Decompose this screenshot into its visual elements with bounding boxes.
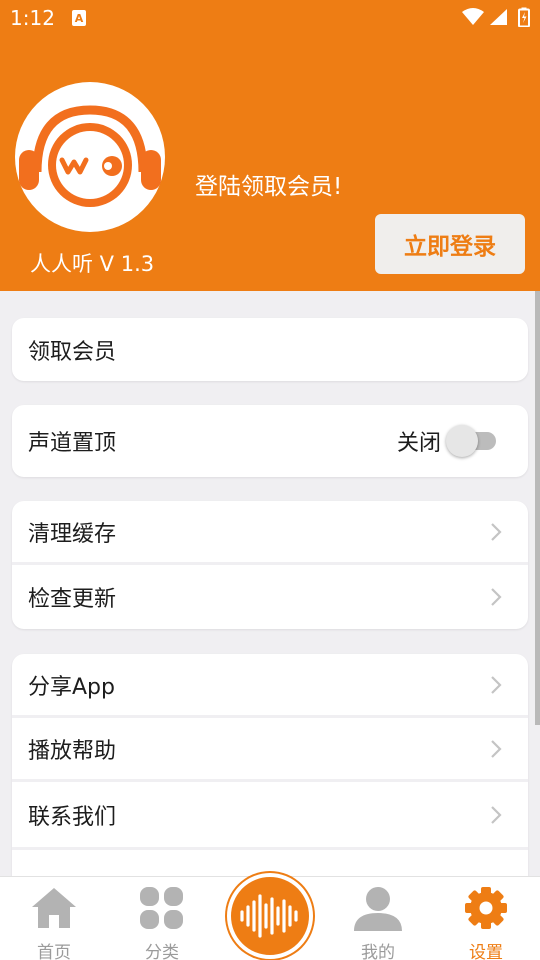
- playback-help-label: 播放帮助: [28, 738, 117, 764]
- about-card: 分享App 播放帮助 联系我们: [12, 654, 528, 876]
- nav-category-label: 分类: [145, 943, 179, 960]
- contact-us-row[interactable]: 联系我们: [12, 782, 528, 850]
- battery-icon: [518, 7, 530, 31]
- signal-icon: [488, 8, 508, 30]
- channel-pin-label: 声道置顶: [28, 431, 117, 456]
- channel-pin-state-label: 关闭: [396, 431, 441, 456]
- scrollbar[interactable]: [535, 291, 540, 725]
- gear-icon: [465, 887, 507, 929]
- channel-pin-card: 声道置顶 关闭: [12, 405, 528, 477]
- user-profile-icon: [354, 887, 402, 931]
- nav-settings-label: 设置: [469, 943, 503, 960]
- share-app-label: 分享App: [28, 674, 115, 700]
- nav-mine-label: 我的: [361, 943, 395, 960]
- maintenance-card: 清理缓存 检查更新: [12, 501, 528, 629]
- toggle-thumb: [446, 425, 478, 457]
- audio-waveform-icon: [240, 894, 298, 938]
- wifi-icon: [462, 8, 484, 30]
- clear-cache-label: 清理缓存: [28, 521, 117, 547]
- chevron-right-icon: [491, 522, 502, 541]
- clear-cache-row[interactable]: 清理缓存: [12, 501, 528, 565]
- chevron-right-icon: [491, 588, 502, 606]
- share-app-row[interactable]: 分享App: [12, 654, 528, 718]
- notification-a-icon: A: [72, 10, 86, 26]
- app-logo-icon: [19, 105, 161, 207]
- login-button[interactable]: 立即登录: [375, 214, 525, 274]
- playback-help-row[interactable]: 播放帮助: [12, 718, 528, 782]
- membership-card: 领取会员: [12, 318, 528, 381]
- channel-pin-row: 声道置顶 关闭: [12, 405, 528, 477]
- contact-us-label: 联系我们: [28, 804, 117, 830]
- settings-list[interactable]: 领取会员 声道置顶 关闭 清理缓存 检查更新 分享App 播放帮助 联系我们: [0, 291, 540, 876]
- check-update-row[interactable]: 检查更新: [12, 565, 528, 629]
- chevron-right-icon: [491, 675, 502, 694]
- status-bar: 1:12 A: [0, 0, 540, 36]
- login-prompt: 登陆领取会员!: [195, 174, 343, 200]
- nav-home-label: 首页: [37, 943, 71, 960]
- nav-home[interactable]: 首页: [0, 877, 108, 960]
- chevron-right-icon: [491, 739, 502, 758]
- status-time: 1:12: [10, 6, 55, 30]
- category-grid-icon: [140, 887, 183, 929]
- nav-category[interactable]: 分类: [108, 877, 216, 960]
- avatar[interactable]: [15, 82, 165, 232]
- channel-pin-toggle[interactable]: [446, 424, 498, 458]
- header: 1:12 A 人人听 V 1.3 登陆领取会员! 立即登录: [0, 0, 540, 291]
- svg-text:A: A: [75, 12, 84, 25]
- get-membership-label: 领取会员: [28, 339, 117, 365]
- app-version: 人人听 V 1.3: [30, 252, 155, 276]
- nav-settings[interactable]: 设置: [432, 877, 540, 960]
- check-update-label: 检查更新: [28, 587, 117, 612]
- chevron-right-icon: [491, 805, 502, 824]
- home-icon: [32, 888, 76, 928]
- now-playing-button[interactable]: [227, 873, 313, 959]
- nav-mine[interactable]: 我的: [324, 877, 432, 960]
- get-membership-row[interactable]: 领取会员: [12, 318, 528, 381]
- bottom-nav: 首页 分类 我的 设置: [0, 873, 540, 960]
